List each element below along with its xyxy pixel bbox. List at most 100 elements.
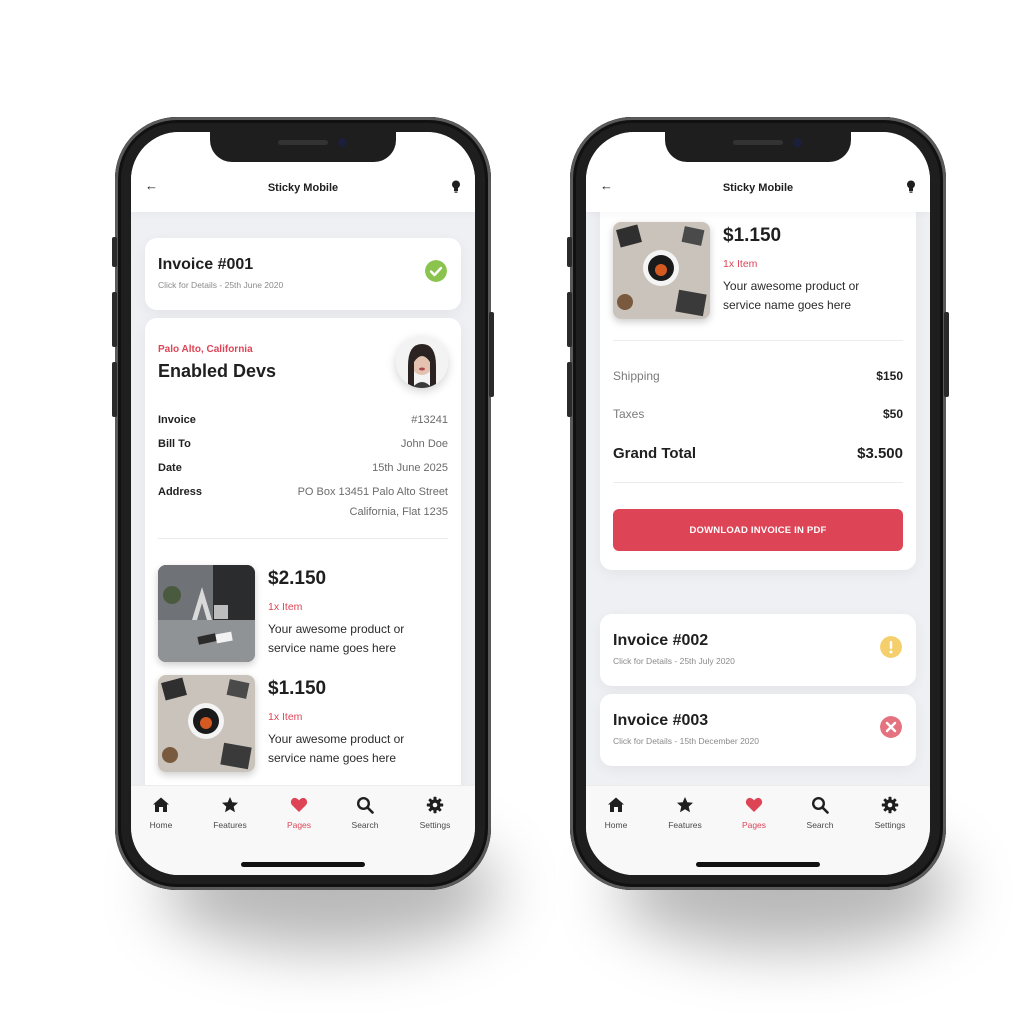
lightbulb-icon[interactable] [906, 180, 916, 193]
tab-settings[interactable]: Settings [405, 796, 465, 830]
product-qty: 1x Item [268, 711, 303, 723]
product-desc: Your awesome product or service name goe… [268, 622, 405, 655]
power-button [944, 312, 949, 397]
tab-home[interactable]: Home [586, 796, 646, 830]
mute-switch [112, 237, 117, 267]
invoice-subtitle: Click for Details - 25th July 2020 [613, 656, 735, 666]
invoice-subtitle: Click for Details - 15th December 2020 [613, 736, 759, 746]
tab-label: Home [604, 820, 628, 830]
lightbulb-icon[interactable] [451, 180, 461, 193]
star-icon [677, 797, 693, 813]
check-circle-icon [425, 260, 447, 282]
shipping-value: $150 [876, 369, 903, 383]
address-label: Address [158, 486, 203, 498]
app-title: Sticky Mobile [267, 182, 339, 194]
product-qty: 1x Item [268, 601, 303, 613]
volume-down-button [112, 362, 117, 417]
star-icon [222, 797, 238, 813]
product-price: $2.150 [268, 568, 327, 589]
address-value-line1: PO Box 13451 Palo Alto Street [297, 486, 448, 498]
tab-bar: Home Features Pages Search Settings [131, 785, 475, 875]
invoice-title: Invoice #002 [613, 632, 709, 649]
tab-pages[interactable]: Pages [724, 796, 784, 830]
shipping-label: Shipping [613, 369, 660, 383]
taxes-label: Taxes [613, 407, 645, 421]
invoice-card-001[interactable]: Invoice #001 Click for Details - 25th Ju… [145, 238, 461, 310]
page-content: Invoice #001 Click for Details - 25th Ju… [131, 212, 475, 875]
divider [158, 538, 448, 539]
tab-search[interactable]: Search [790, 796, 850, 830]
app-title: Sticky Mobile [722, 182, 794, 194]
tab-label: Pages [741, 820, 767, 830]
product-qty: 1x Item [723, 258, 758, 270]
product-item: $1.150 1x Item Your awesome product or s… [613, 222, 903, 320]
exclamation-circle-icon [880, 636, 902, 658]
tab-home[interactable]: Home [131, 796, 191, 830]
screen-left: ← Sticky Mobile Invoice #001 Click for D… [131, 132, 475, 875]
divider [613, 340, 903, 341]
invoice-card-002[interactable]: Invoice #002 Click for Details - 25th Ju… [600, 614, 916, 686]
grand-total-label: Grand Total [613, 445, 697, 462]
invoice-title: Invoice #003 [613, 712, 709, 729]
home-indicator[interactable] [241, 862, 365, 867]
tab-label: Home [149, 820, 173, 830]
page-content: $1.150 1x Item Your awesome product or s… [586, 192, 930, 875]
tab-label: Settings [419, 820, 451, 830]
notch [210, 132, 396, 162]
invoice-title: Invoice #001 [158, 256, 254, 273]
product-desc: Your awesome product or service name goe… [268, 732, 405, 765]
gear-icon [881, 796, 899, 814]
invoice-card-003[interactable]: Invoice #003 Click for Details - 15th De… [600, 694, 916, 766]
tab-pages[interactable]: Pages [269, 796, 329, 830]
mute-switch [567, 237, 572, 267]
date-value: 15th June 2025 [372, 462, 448, 474]
product-price: $1.150 [268, 678, 327, 699]
tab-label: Features [213, 820, 247, 830]
bill-to-label: Bill To [158, 438, 191, 450]
tab-label: Search [351, 820, 379, 830]
volume-down-button [567, 362, 572, 417]
product-item: $2.150 1x Item Your awesome product or s… [158, 565, 448, 663]
product-price: $1.150 [723, 225, 782, 246]
times-circle-icon [880, 716, 902, 738]
product-desc: Your awesome product or service name goe… [723, 279, 860, 312]
phone-right: ← Sticky Mobile $1.150 1x Item Your awes… [567, 117, 949, 890]
home-icon [608, 797, 624, 812]
product-thumbnail [613, 222, 710, 319]
tab-features[interactable]: Features [655, 796, 715, 830]
product-thumbnail [158, 675, 255, 772]
search-icon [811, 796, 829, 814]
tab-search[interactable]: Search [335, 796, 395, 830]
invoice-number-value: #13241 [411, 414, 448, 426]
volume-up-button [567, 292, 572, 347]
tab-label: Features [668, 820, 702, 830]
search-icon [356, 796, 374, 814]
tab-label: Search [806, 820, 834, 830]
power-button [489, 312, 494, 397]
phone-left: ← Sticky Mobile Invoice #001 Click for D… [112, 117, 494, 890]
bill-to-value: John Doe [400, 438, 448, 450]
product-thumbnail [158, 565, 255, 662]
tab-label: Pages [286, 820, 312, 830]
tab-features[interactable]: Features [200, 796, 260, 830]
heart-icon [745, 797, 763, 812]
company-name: Enabled Devs [158, 361, 277, 381]
gear-icon [426, 796, 444, 814]
invoice-detail-card: Palo Alto, California Enabled Devs Invoi… [145, 318, 461, 838]
address-value-line2: California, Flat 1235 [349, 506, 448, 518]
taxes-value: $50 [882, 407, 903, 421]
tab-settings[interactable]: Settings [860, 796, 920, 830]
notch [665, 132, 851, 162]
company-location: Palo Alto, California [158, 344, 253, 355]
invoice-detail-card: $1.150 1x Item Your awesome product or s… [600, 192, 916, 570]
grand-total-value: $3.500 [857, 445, 903, 462]
home-icon [153, 797, 169, 812]
download-invoice-button[interactable]: DOWNLOAD INVOICE IN PDF [613, 509, 903, 551]
home-indicator[interactable] [696, 862, 820, 867]
tab-label: Settings [874, 820, 906, 830]
tab-bar: Home Features Pages Search Settings [586, 785, 930, 875]
divider [613, 482, 903, 483]
invoice-number-label: Invoice [158, 414, 196, 426]
volume-up-button [112, 292, 117, 347]
product-item: $1.150 1x Item Your awesome product or s… [158, 675, 448, 773]
